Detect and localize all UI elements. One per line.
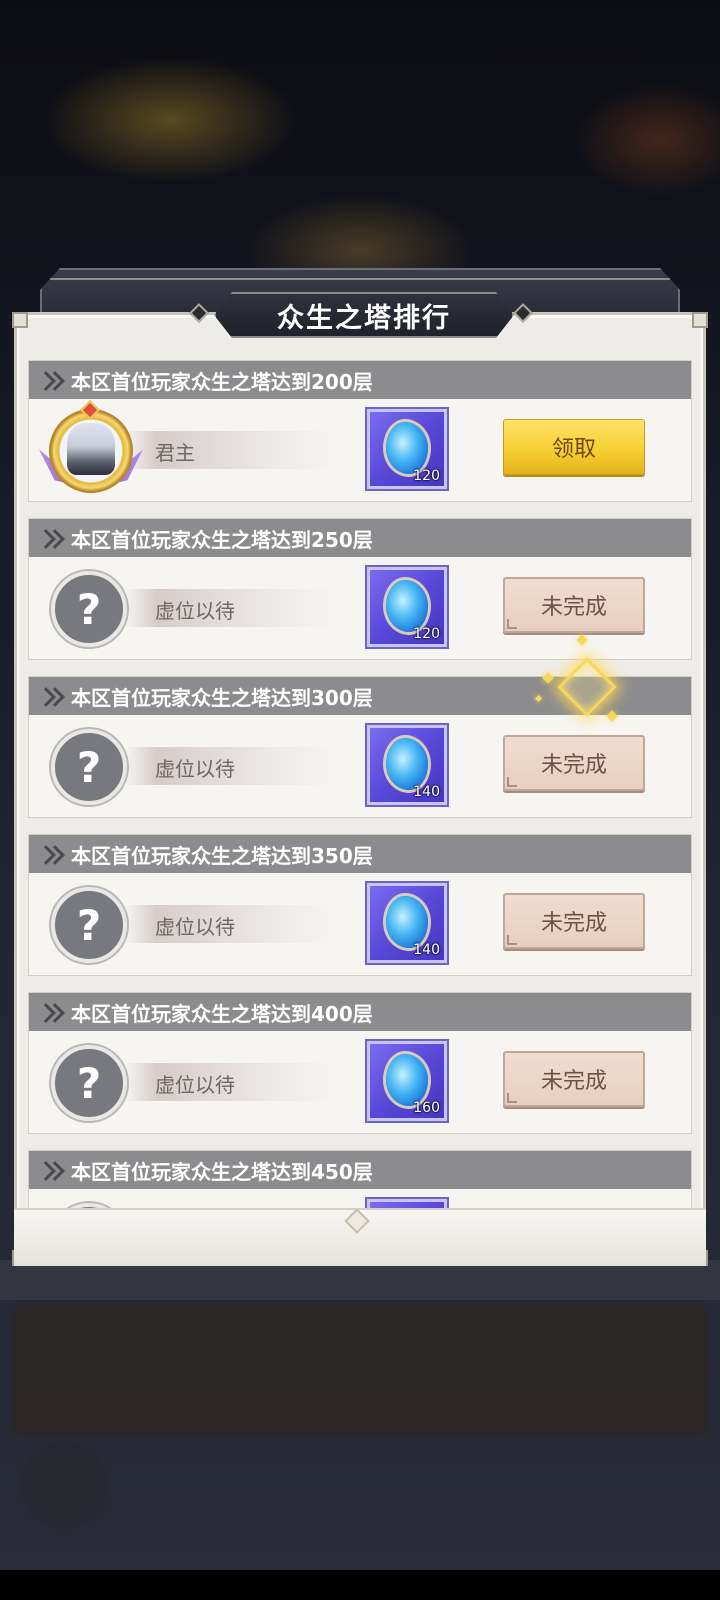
task-header: 本区首位玩家众生之塔达到250层 (29, 519, 691, 557)
double-chevron-icon (39, 528, 67, 548)
player-name: 虚位以待 (155, 915, 235, 939)
reward-item[interactable]: 160 (367, 1041, 447, 1121)
blue-crystal-icon (386, 1054, 428, 1106)
player-name: 虚位以待 (155, 599, 235, 623)
double-chevron-icon (39, 370, 67, 390)
task-header-text: 本区首位玩家众生之塔达到350层 (71, 843, 373, 868)
dialog-top-frame-line (50, 278, 670, 281)
reward-item[interactable] (367, 1199, 447, 1208)
task-header-text: 本区首位玩家众生之塔达到300层 (71, 685, 373, 710)
reward-item[interactable]: 120 (367, 409, 447, 489)
tower-ranking-dialog: 众生之塔排行 本区首位玩家众生之塔达到200层 君主 120 领取 本区首位玩家… (12, 268, 708, 1266)
reward-count: 120 (413, 626, 440, 642)
task-header: 本区首位玩家众生之塔达到400层 (29, 993, 691, 1031)
task-header: 本区首位玩家众生之塔达到200层 (29, 361, 691, 399)
dialog-title: 众生之塔排行 (277, 302, 451, 334)
double-chevron-icon (39, 844, 67, 864)
blue-crystal-icon (386, 896, 428, 948)
double-chevron-icon (39, 1160, 67, 1180)
task-row: 本区首位玩家众生之塔达到400层 ? 虚位以待 160 未完成 (28, 992, 692, 1134)
task-header-text: 本区首位玩家众生之塔达到400层 (71, 1001, 373, 1026)
task-header: 本区首位玩家众生之塔达到350层 (29, 835, 691, 873)
player-name: 虚位以待 (155, 1073, 235, 1097)
claim-button[interactable]: 领取 (503, 419, 645, 475)
incomplete-button[interactable]: 未完成 (503, 893, 645, 949)
blue-crystal-icon (386, 422, 428, 474)
reward-count: 160 (413, 1100, 440, 1116)
incomplete-button[interactable]: 未完成 (503, 1051, 645, 1107)
player-avatar[interactable] (39, 400, 143, 497)
question-mark-icon: ? (51, 729, 127, 805)
question-mark-icon: ? (51, 887, 127, 963)
incomplete-button[interactable]: 未完成 (503, 577, 645, 633)
double-chevron-icon (39, 1002, 67, 1022)
reward-item[interactable]: 140 (367, 883, 447, 963)
reward-item[interactable]: 140 (367, 725, 447, 805)
task-header-text: 本区首位玩家众生之塔达到200层 (71, 369, 373, 394)
corner-ornament (12, 312, 28, 328)
dialog-title-plate: 众生之塔排行 (214, 292, 514, 338)
task-header-text: 本区首位玩家众生之塔达到250层 (71, 527, 373, 552)
system-nav-bar (0, 1570, 720, 1600)
question-mark-icon: ? (51, 1045, 127, 1121)
sparkle-dot (606, 710, 618, 722)
task-header: 本区首位玩家众生之塔达到450层 (29, 1151, 691, 1189)
reward-count: 120 (413, 468, 440, 484)
player-name: 虚位以待 (155, 757, 235, 781)
task-row: 本区首位玩家众生之塔达到200层 君主 120 领取 (28, 360, 692, 502)
task-row: 本区首位玩家众生之塔达到350层 ? 虚位以待 140 未完成 (28, 834, 692, 976)
corner-ornament (692, 312, 708, 328)
avatar-character (67, 423, 115, 475)
blue-crystal-icon (386, 580, 428, 632)
task-row: 本区首位玩家众生之塔达到250层 ? 虚位以待 120 未完成 (28, 518, 692, 660)
reward-count: 140 (413, 942, 440, 958)
reward-count: 140 (413, 784, 440, 800)
background-panel (12, 1305, 708, 1435)
sparkle-effect (534, 634, 630, 730)
sparkle-diamond (557, 657, 617, 717)
task-header-text: 本区首位玩家众生之塔达到450层 (71, 1159, 373, 1184)
reward-item[interactable]: 120 (367, 567, 447, 647)
question-mark-icon: ? (51, 571, 127, 647)
background-strip (0, 1260, 720, 1300)
player-name: 君主 (155, 441, 195, 465)
task-row: 本区首位玩家众生之塔达到450层 (28, 1150, 692, 1208)
blue-crystal-icon (386, 738, 428, 790)
background-avatar (20, 1440, 110, 1530)
incomplete-button[interactable]: 未完成 (503, 735, 645, 791)
task-list[interactable]: 本区首位玩家众生之塔达到200层 君主 120 领取 本区首位玩家众生之塔达到2… (28, 360, 692, 1208)
double-chevron-icon (39, 686, 67, 706)
